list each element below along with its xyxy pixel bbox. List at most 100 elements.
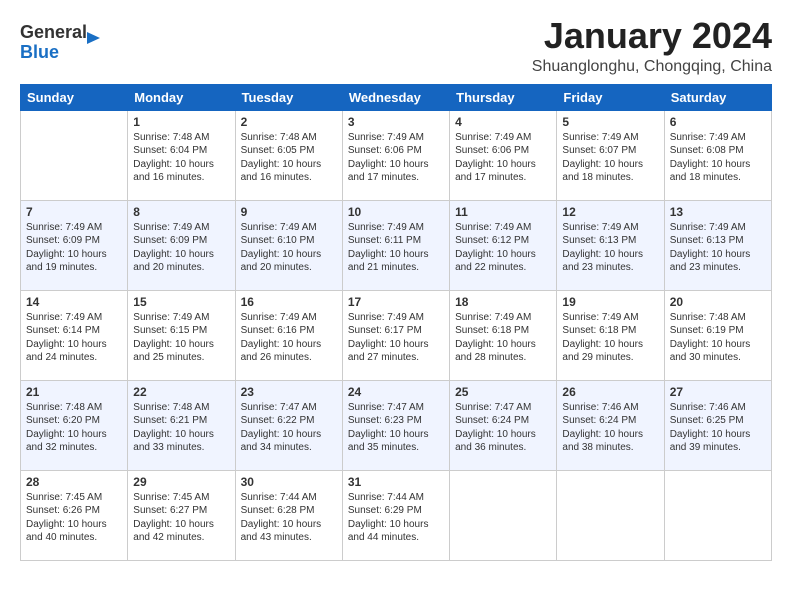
calendar-cell: 17 Sunrise: 7:49 AM Sunset: 6:17 PM Dayli… [342, 290, 449, 380]
day-info: Sunrise: 7:49 AM Sunset: 6:09 PM Dayligh… [26, 221, 122, 275]
calendar-cell: 27 Sunrise: 7:46 AM Sunset: 6:25 PM Dayli… [664, 380, 771, 470]
day-info: Sunrise: 7:49 AM Sunset: 6:12 PM Dayligh… [455, 221, 551, 275]
calendar-cell [557, 470, 664, 560]
column-header-friday: Friday [557, 84, 664, 110]
logo: General Blue [20, 16, 110, 62]
column-header-wednesday: Wednesday [342, 84, 449, 110]
day-number: 1 [133, 115, 229, 129]
day-info: Sunrise: 7:49 AM Sunset: 6:14 PM Dayligh… [26, 311, 122, 365]
day-number: 15 [133, 295, 229, 309]
header: General Blue January 2024 Shuanglonghu, … [20, 16, 772, 76]
day-number: 25 [455, 385, 551, 399]
day-number: 11 [455, 205, 551, 219]
day-number: 29 [133, 475, 229, 489]
day-number: 22 [133, 385, 229, 399]
calendar-cell: 18Sunrise: 7:49 AM Sunset: 6:18 PM Dayli… [450, 290, 557, 380]
calendar-cell [450, 470, 557, 560]
calendar-cell: 26 Sunrise: 7:46 AM Sunset: 6:24 PM Dayli… [557, 380, 664, 470]
day-info: Sunrise: 7:47 AM Sunset: 6:23 PM Dayligh… [348, 401, 444, 455]
logo-svg: General Blue [20, 16, 110, 62]
calendar-cell: 15 Sunrise: 7:49 AM Sunset: 6:15 PM Dayli… [128, 290, 235, 380]
day-info: Sunrise: 7:49 AM Sunset: 6:18 PM Dayligh… [455, 311, 551, 365]
day-number: 12 [562, 205, 658, 219]
day-info: Sunrise: 7:49 AM Sunset: 6:15 PM Dayligh… [133, 311, 229, 365]
day-number: 23 [241, 385, 337, 399]
day-number: 28 [26, 475, 122, 489]
column-header-saturday: Saturday [664, 84, 771, 110]
calendar-subtitle: Shuanglonghu, Chongqing, China [532, 58, 772, 76]
svg-text:General: General [20, 22, 87, 42]
column-header-sunday: Sunday [21, 84, 128, 110]
calendar-cell: 8 Sunrise: 7:49 AM Sunset: 6:09 PM Daylig… [128, 200, 235, 290]
day-info: Sunrise: 7:49 AM Sunset: 6:06 PM Dayligh… [348, 131, 444, 185]
day-number: 20 [670, 295, 766, 309]
calendar-header-row: SundayMondayTuesdayWednesdayThursdayFrid… [21, 84, 772, 110]
column-header-monday: Monday [128, 84, 235, 110]
day-number: 3 [348, 115, 444, 129]
calendar-table: SundayMondayTuesdayWednesdayThursdayFrid… [20, 84, 772, 561]
day-number: 19 [562, 295, 658, 309]
day-number: 13 [670, 205, 766, 219]
day-info: Sunrise: 7:49 AM Sunset: 6:16 PM Dayligh… [241, 311, 337, 365]
day-info: Sunrise: 7:46 AM Sunset: 6:24 PM Dayligh… [562, 401, 658, 455]
day-info: Sunrise: 7:49 AM Sunset: 6:13 PM Dayligh… [670, 221, 766, 275]
day-number: 14 [26, 295, 122, 309]
day-number: 5 [562, 115, 658, 129]
calendar-cell: 13 Sunrise: 7:49 AM Sunset: 6:13 PM Dayli… [664, 200, 771, 290]
day-number: 16 [241, 295, 337, 309]
svg-text:Blue: Blue [20, 42, 59, 62]
calendar-cell: 19Sunrise: 7:49 AM Sunset: 6:18 PM Dayli… [557, 290, 664, 380]
column-header-tuesday: Tuesday [235, 84, 342, 110]
calendar-cell [21, 110, 128, 200]
day-info: Sunrise: 7:49 AM Sunset: 6:17 PM Dayligh… [348, 311, 444, 365]
calendar-cell: 7 Sunrise: 7:49 AM Sunset: 6:09 PM Daylig… [21, 200, 128, 290]
calendar-cell: 30Sunrise: 7:44 AM Sunset: 6:28 PM Dayli… [235, 470, 342, 560]
calendar-cell: 29 Sunrise: 7:45 AM Sunset: 6:27 PM Dayli… [128, 470, 235, 560]
calendar-cell: 11 Sunrise: 7:49 AM Sunset: 6:12 PM Dayli… [450, 200, 557, 290]
calendar-cell: 20 Sunrise: 7:48 AM Sunset: 6:19 PM Dayli… [664, 290, 771, 380]
day-info: Sunrise: 7:49 AM Sunset: 6:08 PM Dayligh… [670, 131, 766, 185]
calendar-cell: 10 Sunrise: 7:49 AM Sunset: 6:11 PM Dayli… [342, 200, 449, 290]
day-info: Sunrise: 7:49 AM Sunset: 6:11 PM Dayligh… [348, 221, 444, 275]
calendar-cell: 14 Sunrise: 7:49 AM Sunset: 6:14 PM Dayli… [21, 290, 128, 380]
calendar-cell: 12Sunrise: 7:49 AM Sunset: 6:13 PM Dayli… [557, 200, 664, 290]
day-number: 10 [348, 205, 444, 219]
calendar-week-4: 21Sunrise: 7:48 AM Sunset: 6:20 PM Dayli… [21, 380, 772, 470]
day-number: 7 [26, 205, 122, 219]
calendar-cell: 28 Sunrise: 7:45 AM Sunset: 6:26 PM Dayli… [21, 470, 128, 560]
day-number: 17 [348, 295, 444, 309]
day-info: Sunrise: 7:46 AM Sunset: 6:25 PM Dayligh… [670, 401, 766, 455]
calendar-cell: 24Sunrise: 7:47 AM Sunset: 6:23 PM Dayli… [342, 380, 449, 470]
day-info: Sunrise: 7:45 AM Sunset: 6:27 PM Dayligh… [133, 491, 229, 545]
calendar-week-1: 1 Sunrise: 7:48 AM Sunset: 6:04 PM Daylig… [21, 110, 772, 200]
day-number: 2 [241, 115, 337, 129]
calendar-title: January 2024 [532, 16, 772, 56]
calendar-cell: 23Sunrise: 7:47 AM Sunset: 6:22 PM Dayli… [235, 380, 342, 470]
day-info: Sunrise: 7:48 AM Sunset: 6:05 PM Dayligh… [241, 131, 337, 185]
calendar-cell: 5 Sunrise: 7:49 AM Sunset: 6:07 PM Daylig… [557, 110, 664, 200]
calendar-cell: 22 Sunrise: 7:48 AM Sunset: 6:21 PM Dayli… [128, 380, 235, 470]
day-info: Sunrise: 7:48 AM Sunset: 6:21 PM Dayligh… [133, 401, 229, 455]
day-number: 27 [670, 385, 766, 399]
day-info: Sunrise: 7:49 AM Sunset: 6:09 PM Dayligh… [133, 221, 229, 275]
calendar-cell: 9Sunrise: 7:49 AM Sunset: 6:10 PM Daylig… [235, 200, 342, 290]
calendar-cell: 4Sunrise: 7:49 AM Sunset: 6:06 PM Daylig… [450, 110, 557, 200]
column-header-thursday: Thursday [450, 84, 557, 110]
day-info: Sunrise: 7:49 AM Sunset: 6:10 PM Dayligh… [241, 221, 337, 275]
day-number: 4 [455, 115, 551, 129]
day-info: Sunrise: 7:48 AM Sunset: 6:19 PM Dayligh… [670, 311, 766, 365]
calendar-week-2: 7 Sunrise: 7:49 AM Sunset: 6:09 PM Daylig… [21, 200, 772, 290]
calendar-cell: 31 Sunrise: 7:44 AM Sunset: 6:29 PM Dayli… [342, 470, 449, 560]
day-number: 8 [133, 205, 229, 219]
day-info: Sunrise: 7:48 AM Sunset: 6:04 PM Dayligh… [133, 131, 229, 185]
day-number: 26 [562, 385, 658, 399]
calendar-cell: 21Sunrise: 7:48 AM Sunset: 6:20 PM Dayli… [21, 380, 128, 470]
day-info: Sunrise: 7:49 AM Sunset: 6:07 PM Dayligh… [562, 131, 658, 185]
day-number: 31 [348, 475, 444, 489]
day-info: Sunrise: 7:45 AM Sunset: 6:26 PM Dayligh… [26, 491, 122, 545]
calendar-cell [664, 470, 771, 560]
day-info: Sunrise: 7:44 AM Sunset: 6:29 PM Dayligh… [348, 491, 444, 545]
calendar-cell: 6Sunrise: 7:49 AM Sunset: 6:08 PM Daylig… [664, 110, 771, 200]
calendar-cell: 1 Sunrise: 7:48 AM Sunset: 6:04 PM Daylig… [128, 110, 235, 200]
calendar-cell: 2 Sunrise: 7:48 AM Sunset: 6:05 PM Daylig… [235, 110, 342, 200]
